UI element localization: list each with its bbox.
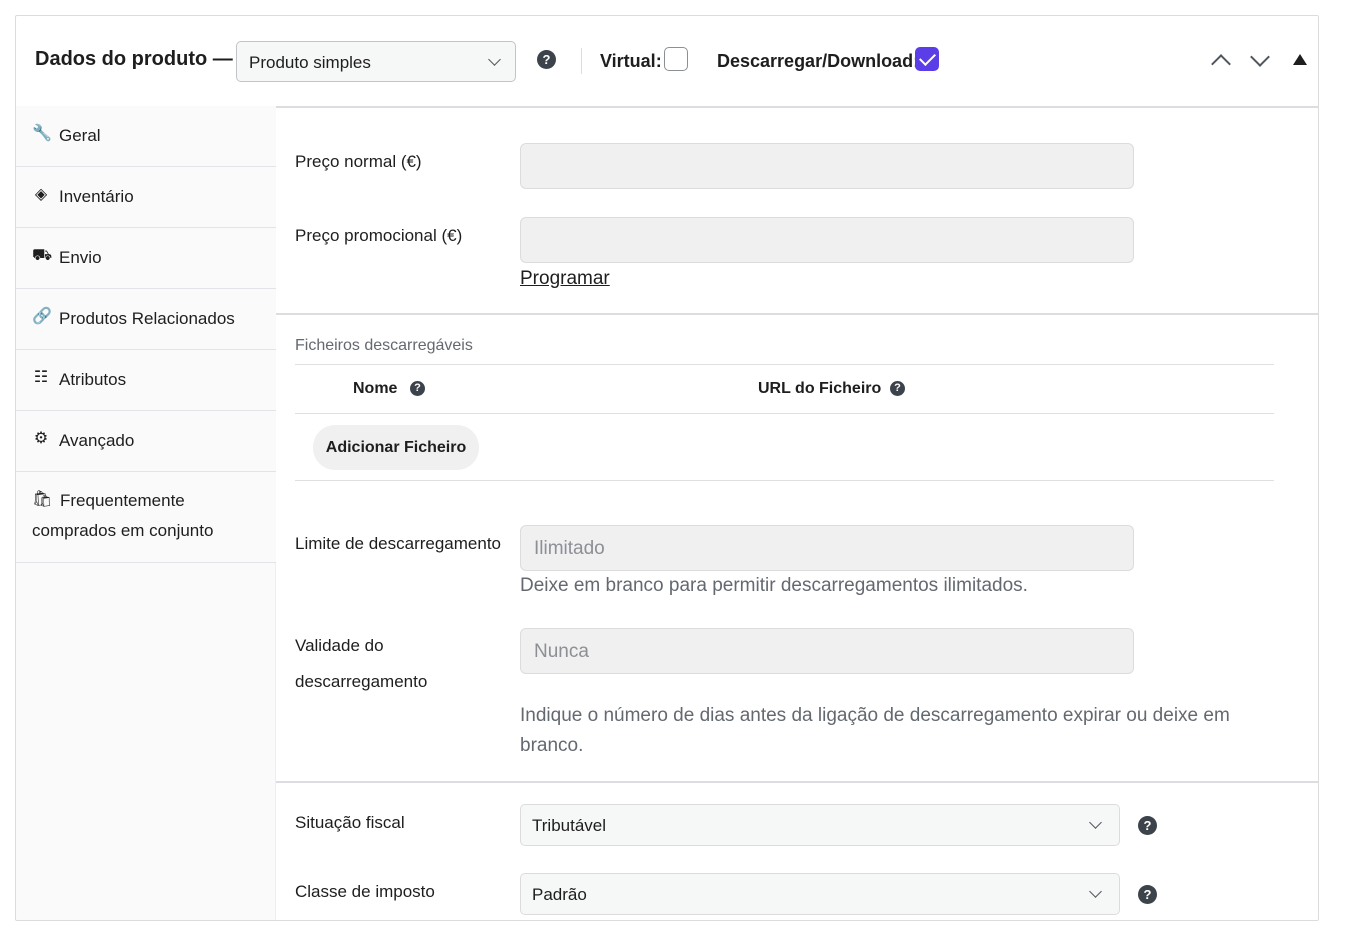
regular-price-label: Preço normal (€) — [295, 152, 422, 171]
download-limit-label: Limite de descarregamento — [295, 534, 502, 553]
virtual-label: Virtual: — [600, 51, 662, 71]
tab-shipping[interactable]: ⛟ Envio — [16, 228, 276, 289]
move-up-icon[interactable] — [1211, 54, 1231, 74]
virtual-checkbox[interactable] — [664, 47, 688, 71]
regular-price-input[interactable] — [520, 143, 1134, 189]
product-type-select[interactable]: Produto simples — [236, 41, 516, 82]
tab-label: Inventário — [59, 187, 134, 206]
product-data-panel: Dados do produto — Produto simples ? Vir… — [15, 15, 1319, 921]
product-type-value: Produto simples — [249, 53, 371, 72]
download-limit-placeholder: Ilimitado — [534, 538, 605, 559]
tab-linked-products[interactable]: 🔗 Produtos Relacionados — [16, 289, 276, 350]
tag-icon: ◈ — [34, 186, 48, 203]
download-expiry-input[interactable]: Nunca — [520, 628, 1134, 674]
download-limit-description: Deixe em branco para permitir descarrega… — [520, 575, 1028, 596]
sale-price-label: Preço promocional (€) — [295, 226, 463, 245]
tab-label: Atributos — [59, 370, 127, 389]
downloadable-label: Descarregar/Download: — [717, 51, 920, 71]
tab-label: Envio — [59, 248, 102, 267]
column-header-file-url: URL do Ficheiro — [758, 380, 882, 397]
chevron-down-icon — [1089, 816, 1102, 829]
sale-price-input[interactable] — [520, 217, 1134, 263]
move-down-icon[interactable] — [1250, 47, 1270, 67]
download-expiry-placeholder: Nunca — [534, 641, 589, 662]
section-divider — [276, 313, 1318, 315]
panel-title: Dados do produto — — [35, 48, 233, 70]
downloadable-checkbox[interactable] — [915, 47, 939, 71]
tax-class-select[interactable]: Padrão — [520, 873, 1120, 915]
tab-label: Produtos Relacionados — [59, 309, 235, 328]
tab-label: Frequentemente comprados em conjunto — [32, 491, 214, 540]
chevron-down-icon — [1089, 885, 1102, 898]
gear-icon: ⚙ — [33, 430, 49, 447]
help-icon[interactable]: ? — [1138, 816, 1157, 835]
section-divider — [276, 781, 1318, 783]
tab-attributes[interactable]: ☷ Atributos — [16, 350, 276, 411]
table-divider — [295, 364, 1274, 365]
column-header-name: Nome — [353, 380, 398, 397]
tab-label: Avançado — [59, 431, 135, 450]
section-divider — [276, 106, 1318, 108]
chevron-down-icon — [488, 53, 501, 66]
help-icon[interactable]: ? — [537, 50, 556, 69]
tax-status-value: Tributável — [532, 816, 607, 835]
product-data-main: Preço normal (€) Preço promocional (€) P… — [276, 106, 1318, 920]
wrench-icon: 🔧 — [32, 125, 52, 142]
add-file-button[interactable]: Adicionar Ficheiro — [313, 425, 479, 470]
tab-inventory[interactable]: ◈ Inventário — [16, 167, 276, 228]
schedule-link[interactable]: Programar — [520, 268, 610, 290]
collapse-toggle-icon[interactable] — [1293, 54, 1307, 65]
help-icon[interactable]: ? — [890, 381, 905, 396]
downloadable-files-title: Ficheiros descarregáveis — [295, 337, 473, 354]
tab-advanced[interactable]: ⚙ Avançado — [16, 411, 276, 472]
download-expiry-label: Validade do descarregamento — [295, 636, 428, 691]
table-divider — [295, 413, 1274, 414]
tax-class-label: Classe de imposto — [295, 882, 435, 901]
help-icon[interactable]: ? — [410, 381, 425, 396]
truck-icon: ⛟ — [32, 247, 53, 264]
download-limit-input[interactable]: Ilimitado — [520, 525, 1134, 571]
tab-label: Geral — [59, 126, 101, 145]
tax-class-value: Padrão — [532, 885, 587, 904]
link-icon: 🔗 — [32, 308, 52, 325]
tab-bought-together[interactable]: 🛍 Frequentemente comprados em conjunto — [16, 472, 276, 563]
tax-status-label: Situação fiscal — [295, 813, 405, 832]
product-data-tabs: 🔧 Geral ◈ Inventário ⛟ Envio 🔗 Produtos … — [16, 106, 276, 920]
product-data-header: Dados do produto — Produto simples ? Vir… — [16, 16, 1318, 106]
tab-general[interactable]: 🔧 Geral — [16, 106, 276, 167]
download-expiry-description: Indique o número de dias antes da ligaçã… — [520, 705, 1230, 756]
tax-status-select[interactable]: Tributável — [520, 804, 1120, 846]
list-icon: ☷ — [33, 369, 49, 386]
help-icon[interactable]: ? — [1138, 885, 1157, 904]
header-divider — [581, 48, 582, 74]
table-divider — [295, 480, 1274, 481]
